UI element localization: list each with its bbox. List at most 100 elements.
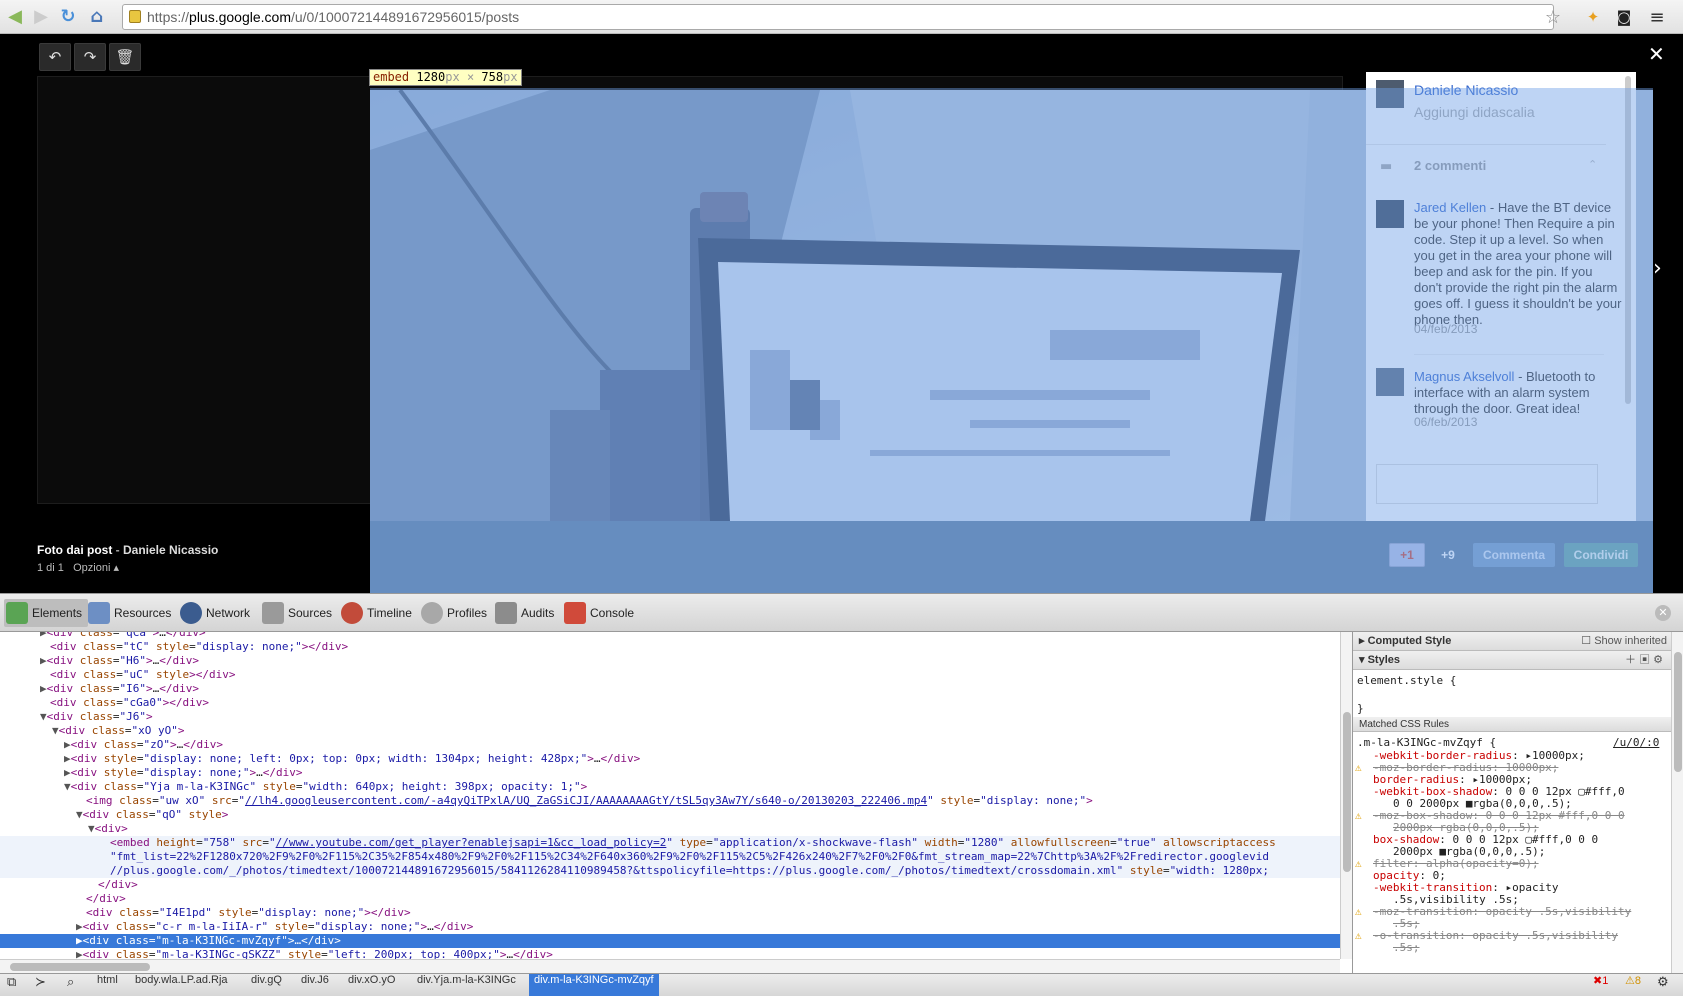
- error-count[interactable]: ✖1: [1588, 974, 1613, 996]
- photo-source-author[interactable]: Daniele Nicassio: [123, 543, 218, 557]
- plus-count[interactable]: +9: [1433, 543, 1463, 567]
- photo-counter: 1 di 1: [37, 562, 64, 574]
- rule-selector[interactable]: .m-la-K3INGc-mvZqyf {: [1357, 736, 1496, 749]
- dom-scrollbar[interactable]: [1340, 632, 1352, 959]
- plus-one-button[interactable]: +1: [1389, 543, 1425, 567]
- dom-node[interactable]: </div>: [86, 892, 126, 906]
- divider: [1414, 354, 1604, 355]
- tab-audits[interactable]: Audits: [495, 599, 554, 627]
- breadcrumb-item[interactable]: html: [92, 974, 123, 996]
- styles-actions-icon[interactable]: ＋ ▣ ⚙: [1625, 651, 1663, 670]
- scrollbar-thumb[interactable]: [1674, 652, 1682, 772]
- close-icon[interactable]: ✕: [1648, 42, 1665, 66]
- rotate-left-icon[interactable]: ↶: [39, 43, 71, 71]
- dom-node-selected[interactable]: ▶<div class="m-la-K3INGc-mvZqyf">…</div>: [76, 934, 341, 948]
- warning-icon: ⚠: [1355, 905, 1362, 918]
- post-author[interactable]: Daniele Nicassio: [1414, 82, 1518, 98]
- timeline-icon: [341, 602, 363, 624]
- warning-count-value: 8: [1634, 975, 1641, 987]
- caption-input[interactable]: Aggiungi didascalia: [1414, 104, 1535, 120]
- address-bar[interactable]: https://plus.google.com/u/0/100072144891…: [122, 4, 1554, 30]
- comment-author[interactable]: Magnus Akselvoll: [1414, 369, 1514, 384]
- dom-node[interactable]: ▼<div class="qO" style>: [76, 808, 228, 822]
- styles-scrollbar[interactable]: [1671, 632, 1683, 973]
- dom-node[interactable]: </div>: [98, 878, 138, 892]
- computed-style-header[interactable]: ▸ Computed Style ☐ Show inherited: [1353, 632, 1671, 651]
- dom-node[interactable]: <div class="tC" style="display: none;"><…: [50, 640, 348, 654]
- dom-node[interactable]: ▶<div style="display: none; left: 0px; t…: [64, 752, 640, 766]
- comment-author[interactable]: Jared Kellen: [1414, 200, 1486, 215]
- options-menu[interactable]: Opzioni ▴: [73, 562, 119, 574]
- menu-icon[interactable]: ≡: [1647, 7, 1667, 28]
- console-drawer-icon[interactable]: ≻: [30, 974, 51, 996]
- dom-node[interactable]: ▶<div class="m-la-K3INGc-gSKZZ" style="l…: [76, 948, 553, 959]
- dom-node[interactable]: ▼<div class="xO yO">: [52, 724, 184, 738]
- settings-gear-icon[interactable]: ⚙: [1652, 974, 1674, 996]
- tab-timeline[interactable]: Timeline: [341, 599, 412, 627]
- element-style-open[interactable]: element.style {: [1357, 674, 1456, 687]
- dom-node[interactable]: ▼<div>: [88, 822, 128, 836]
- tooltip-unit: px: [503, 70, 518, 84]
- reload-icon[interactable]: ↻: [57, 5, 79, 27]
- rotate-right-icon[interactable]: ↷: [74, 43, 106, 71]
- breadcrumb-item-selected[interactable]: div.m-la-K3INGc-mvZqyf: [529, 974, 659, 996]
- comment-button[interactable]: Commenta: [1473, 543, 1555, 567]
- scrollbar-thumb[interactable]: [10, 963, 150, 971]
- dom-node[interactable]: ▶<div style="display: none;">…</div>: [64, 766, 302, 780]
- dom-node[interactable]: <div class="uC" style></div>: [50, 668, 235, 682]
- url-scheme: https://: [147, 9, 190, 25]
- dom-node[interactable]: ▶<div class="zO">…</div>: [64, 738, 223, 752]
- photo-source-label[interactable]: Foto dai post: [37, 543, 112, 557]
- dom-node[interactable]: <div class="cGa0"></div>: [50, 696, 209, 710]
- comment-input[interactable]: [1376, 464, 1598, 504]
- home-icon[interactable]: ⌂: [86, 5, 108, 27]
- dom-node[interactable]: <img class="uw xO" src="//lh4.googleuser…: [86, 794, 1093, 808]
- tab-label: Profiles: [447, 606, 488, 620]
- dom-node[interactable]: <div class="I4E1pd" style="display: none…: [86, 906, 411, 920]
- close-devtools-icon[interactable]: ✕: [1655, 605, 1671, 621]
- dock-icon[interactable]: ⧉: [2, 974, 21, 996]
- comment-date[interactable]: 04/feb/2013: [1414, 322, 1477, 336]
- dom-node[interactable]: ▶<div class="qCa">…</div>: [40, 632, 206, 640]
- dom-node[interactable]: ▼<div class="J6">: [40, 710, 153, 724]
- dom-node[interactable]: ▶<div class="I6">…</div>: [40, 682, 199, 696]
- breadcrumb-item[interactable]: div.Yja.m-la-K3INGc: [412, 974, 521, 996]
- collapse-icon[interactable]: ⌃: [1588, 158, 1597, 171]
- tab-resources[interactable]: Resources: [88, 599, 171, 627]
- comments-count[interactable]: 2 commenti: [1414, 158, 1486, 173]
- error-count-value: 1: [1602, 975, 1609, 987]
- scrollbar[interactable]: [1625, 76, 1631, 404]
- tab-elements[interactable]: Elements: [4, 599, 89, 627]
- warning-count[interactable]: ⚠8: [1620, 974, 1646, 996]
- comment-date[interactable]: 06/feb/2013: [1414, 415, 1477, 429]
- tab-profiles[interactable]: Profiles: [421, 599, 487, 627]
- breadcrumb-item[interactable]: div.gQ: [246, 974, 287, 996]
- show-inherited-checkbox[interactable]: ☐ Show inherited: [1581, 632, 1667, 651]
- forward-icon[interactable]: ▶: [30, 5, 52, 27]
- incognito-icon[interactable]: ◙: [1614, 7, 1634, 27]
- dom-node[interactable]: ▶<div class="H6">…</div>: [40, 654, 199, 668]
- breadcrumb-item[interactable]: div.xO.yO: [343, 974, 400, 996]
- styles-sidebar: ▸ Computed Style ☐ Show inherited ▾ Style…: [1352, 632, 1683, 973]
- bookmark-star-icon[interactable]: ☆: [1543, 7, 1563, 28]
- tab-sources[interactable]: Sources: [262, 599, 332, 627]
- horizontal-scrollbar[interactable]: [0, 959, 1340, 973]
- tab-console[interactable]: Console: [564, 599, 634, 627]
- styles-header[interactable]: ▾ Styles ＋ ▣ ⚙: [1353, 651, 1671, 670]
- dom-node[interactable]: <embed height="758" src="//www.youtube.c…: [110, 836, 1276, 850]
- dom-node[interactable]: ▼<div class="Yja m-la-K3INGc" style="wid…: [64, 780, 587, 794]
- extension-icon[interactable]: ✦: [1583, 7, 1603, 27]
- dom-node-continued: //plus.google.com/_/photos/timedtext/100…: [110, 864, 1269, 877]
- scrollbar-thumb[interactable]: [1343, 712, 1351, 872]
- rule-source-link[interactable]: /u/0/:0: [1613, 736, 1659, 749]
- dom-node[interactable]: ▶<div class="c-r m-la-IiIA-r" style="dis…: [76, 920, 473, 934]
- back-icon[interactable]: ◀: [4, 5, 26, 27]
- next-photo-icon[interactable]: ›: [1653, 256, 1662, 281]
- share-button[interactable]: Condividi: [1564, 543, 1638, 567]
- tab-label: Network: [206, 606, 251, 620]
- delete-icon[interactable]: 🗑: [109, 43, 141, 71]
- search-icon[interactable]: ⌕: [62, 974, 79, 996]
- breadcrumb-item[interactable]: div.J6: [296, 974, 334, 996]
- breadcrumb-item[interactable]: body.wla.LP.ad.Rja: [130, 974, 233, 996]
- tab-network[interactable]: Network: [180, 599, 250, 627]
